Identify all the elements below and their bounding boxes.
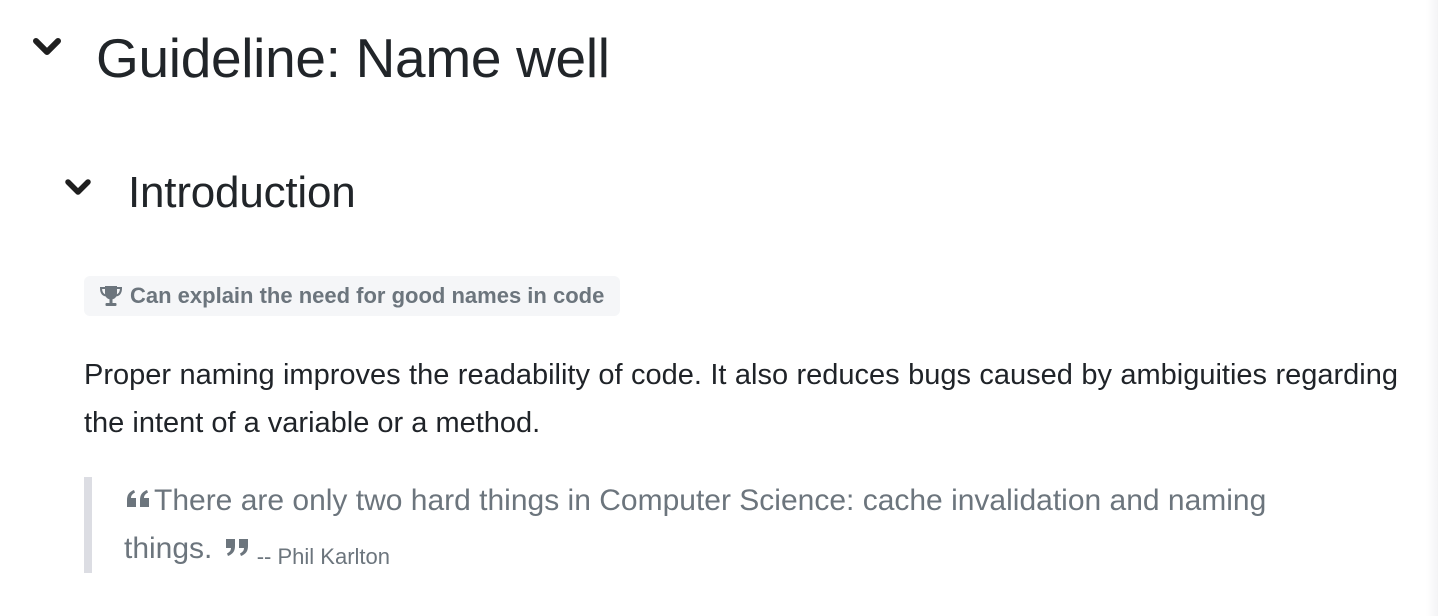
- chevron-down-icon[interactable]: [62, 172, 94, 204]
- guideline-title: Guideline: Name well: [96, 27, 610, 89]
- page: Guideline: Name well Introduction Can ex…: [0, 0, 1438, 616]
- chevron-down-icon[interactable]: [30, 31, 64, 65]
- quote-text-line1: There are only two hard things in Comput…: [154, 484, 1267, 517]
- blockquote: There are only two hard things in Comput…: [84, 477, 1384, 573]
- quote-author: -- Phil Karlton: [256, 544, 391, 569]
- quote-left-icon: [124, 487, 154, 511]
- quote-text-line2: things.: [124, 532, 213, 565]
- outcome-badge: Can explain the need for good names in c…: [84, 276, 621, 316]
- section-title: Introduction: [128, 168, 356, 217]
- guideline-heading: Guideline: Name well: [30, 26, 610, 90]
- quote-right-icon: [221, 535, 251, 559]
- outcome-text: Can explain the need for good names in c…: [130, 283, 605, 308]
- trophy-icon: [98, 284, 124, 308]
- section-heading: Introduction: [62, 166, 356, 220]
- intro-paragraph: Proper naming improves the readability o…: [84, 359, 1398, 439]
- scrollbar-track[interactable]: [1426, 0, 1438, 616]
